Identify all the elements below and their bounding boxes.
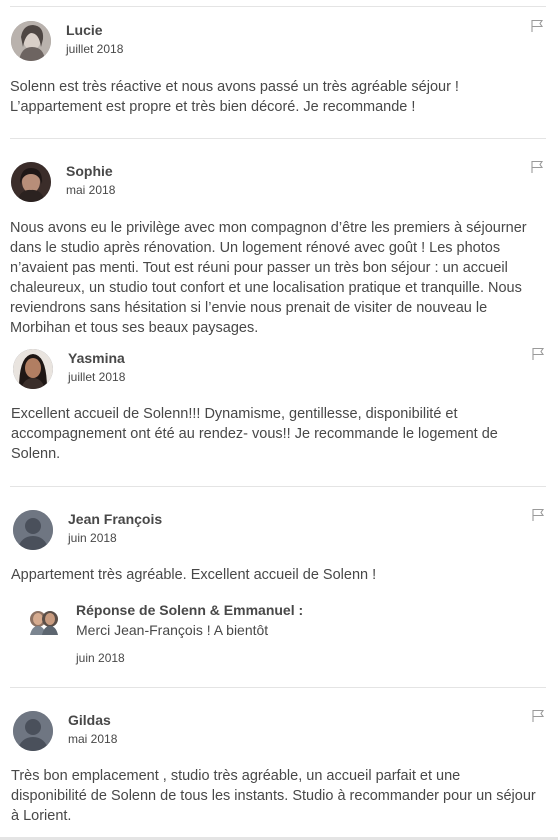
review-date: juin 2018 bbox=[68, 531, 117, 545]
response-text: Merci Jean-François ! A bientôt bbox=[76, 622, 269, 638]
review-date: juillet 2018 bbox=[68, 370, 126, 384]
review-divider bbox=[10, 486, 546, 487]
flag-icon[interactable] bbox=[531, 508, 545, 522]
default-avatar-icon[interactable] bbox=[13, 711, 53, 751]
flag-icon[interactable] bbox=[531, 347, 545, 361]
reviewer-name: Sophie bbox=[66, 163, 113, 179]
reviewer-name: Lucie bbox=[66, 22, 103, 38]
default-avatar-icon[interactable] bbox=[13, 510, 53, 550]
review-text: Appartement très agréable. Excellent acc… bbox=[11, 567, 377, 583]
review-date: juillet 2018 bbox=[66, 42, 124, 56]
review-divider bbox=[10, 687, 546, 688]
response-date: juin 2018 bbox=[76, 651, 125, 665]
top-divider bbox=[10, 6, 546, 7]
flag-icon[interactable] bbox=[531, 709, 545, 723]
user-photo-icon[interactable] bbox=[11, 162, 51, 202]
review-date: mai 2018 bbox=[68, 732, 118, 746]
response-title: Réponse de Solenn & Emmanuel : bbox=[76, 602, 304, 618]
review-text: Nous avons eu le privilège avec mon comp… bbox=[10, 220, 527, 336]
reviewer-name: Jean François bbox=[68, 511, 163, 527]
reviewer-name: Gildas bbox=[68, 712, 111, 728]
flag-icon[interactable] bbox=[530, 160, 544, 174]
review-text: Solenn est très réactive et nous avons p… bbox=[10, 79, 459, 115]
user-photo-icon[interactable] bbox=[13, 349, 53, 389]
host-avatar-icon[interactable] bbox=[27, 603, 61, 637]
review-text: Très bon emplacement , studio très agréa… bbox=[11, 768, 536, 824]
review-text: Excellent accueil de Solenn!!! Dynamisme… bbox=[11, 406, 498, 462]
user-photo-icon[interactable] bbox=[11, 21, 51, 61]
review-date: mai 2018 bbox=[66, 183, 116, 197]
review-divider bbox=[10, 138, 546, 139]
reviewer-name: Yasmina bbox=[68, 350, 125, 366]
flag-icon[interactable] bbox=[530, 19, 544, 33]
